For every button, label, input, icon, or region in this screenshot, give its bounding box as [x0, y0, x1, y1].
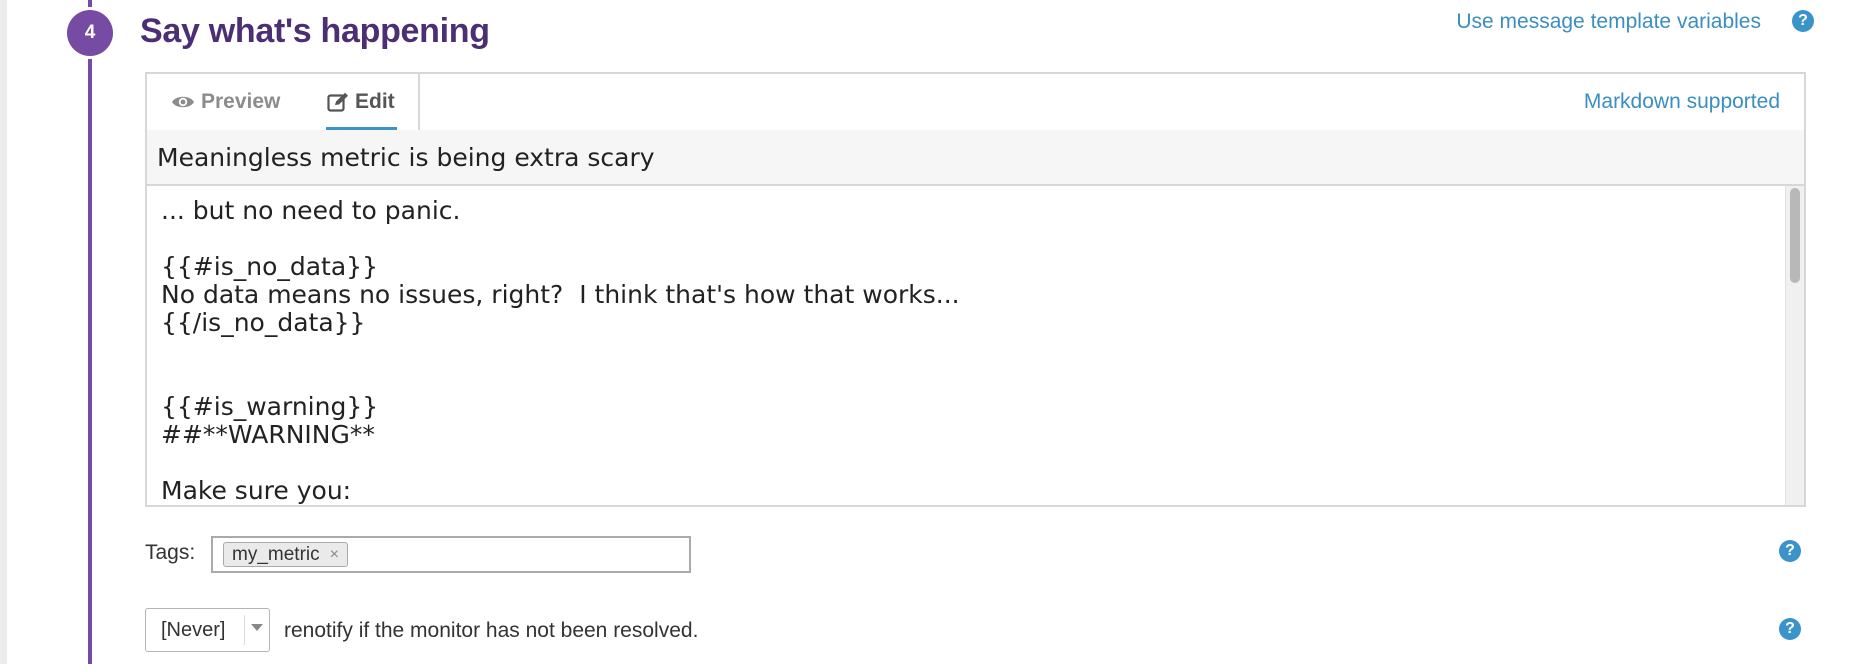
- tab-edit-label: Edit: [355, 90, 395, 113]
- body-line: {{/is_no_data}}: [161, 308, 366, 337]
- help-icon[interactable]: ?: [1792, 10, 1814, 32]
- scrollbar-thumb[interactable]: [1790, 188, 1800, 283]
- tag-chip: my_metric ×: [223, 542, 348, 567]
- select-divider: [244, 615, 245, 645]
- step-connector-line: [88, 0, 92, 664]
- edit-icon: [327, 92, 348, 112]
- tag-chip-label: my_metric: [232, 543, 320, 565]
- step-title: Say what's happening: [140, 12, 490, 50]
- eye-icon: [172, 96, 194, 108]
- message-editor: Preview Edit Markdown supported Meaningl…: [145, 72, 1806, 507]
- template-variables-link[interactable]: Use message template variables: [1456, 10, 1761, 34]
- tab-preview[interactable]: Preview: [171, 74, 280, 130]
- renotify-interval-select[interactable]: [Never]: [145, 608, 270, 652]
- tag-remove-icon[interactable]: ×: [330, 546, 339, 564]
- markdown-supported-link[interactable]: Markdown supported: [1584, 90, 1780, 114]
- message-body-textarea[interactable]: ... but no need to panic. {{#is_no_data}…: [147, 186, 1804, 505]
- body-line: Make sure you:: [161, 476, 352, 505]
- tags-input[interactable]: my_metric ×: [211, 536, 691, 573]
- tab-preview-label: Preview: [201, 90, 281, 113]
- editor-tabbar: Preview Edit Markdown supported: [147, 74, 1804, 132]
- renotify-description: renotify if the monitor has not been res…: [284, 619, 699, 642]
- step-number-badge: 4: [67, 10, 113, 56]
- body-scrollbar[interactable]: [1785, 186, 1804, 505]
- tags-label: Tags:: [145, 541, 196, 564]
- body-line: No data means no issues, right? I think …: [161, 280, 960, 309]
- renotify-selected-value: [Never]: [161, 619, 226, 641]
- body-line: ##**WARNING**: [161, 420, 375, 449]
- chevron-down-icon: [251, 624, 263, 631]
- body-line: ... but no need to panic.: [161, 196, 461, 225]
- body-line: {{#is_no_data}}: [161, 252, 378, 281]
- monitor-step-panel: 4 Say what's happening Use message templ…: [0, 0, 1866, 664]
- tab-edit[interactable]: Edit: [326, 74, 397, 132]
- body-line: {{#is_warning}}: [161, 392, 379, 421]
- tab-divider: [418, 74, 420, 130]
- tags-help-icon[interactable]: ?: [1779, 540, 1801, 562]
- message-title-input[interactable]: Meaningless metric is being extra scary: [147, 130, 1804, 186]
- renotify-help-icon[interactable]: ?: [1779, 618, 1801, 640]
